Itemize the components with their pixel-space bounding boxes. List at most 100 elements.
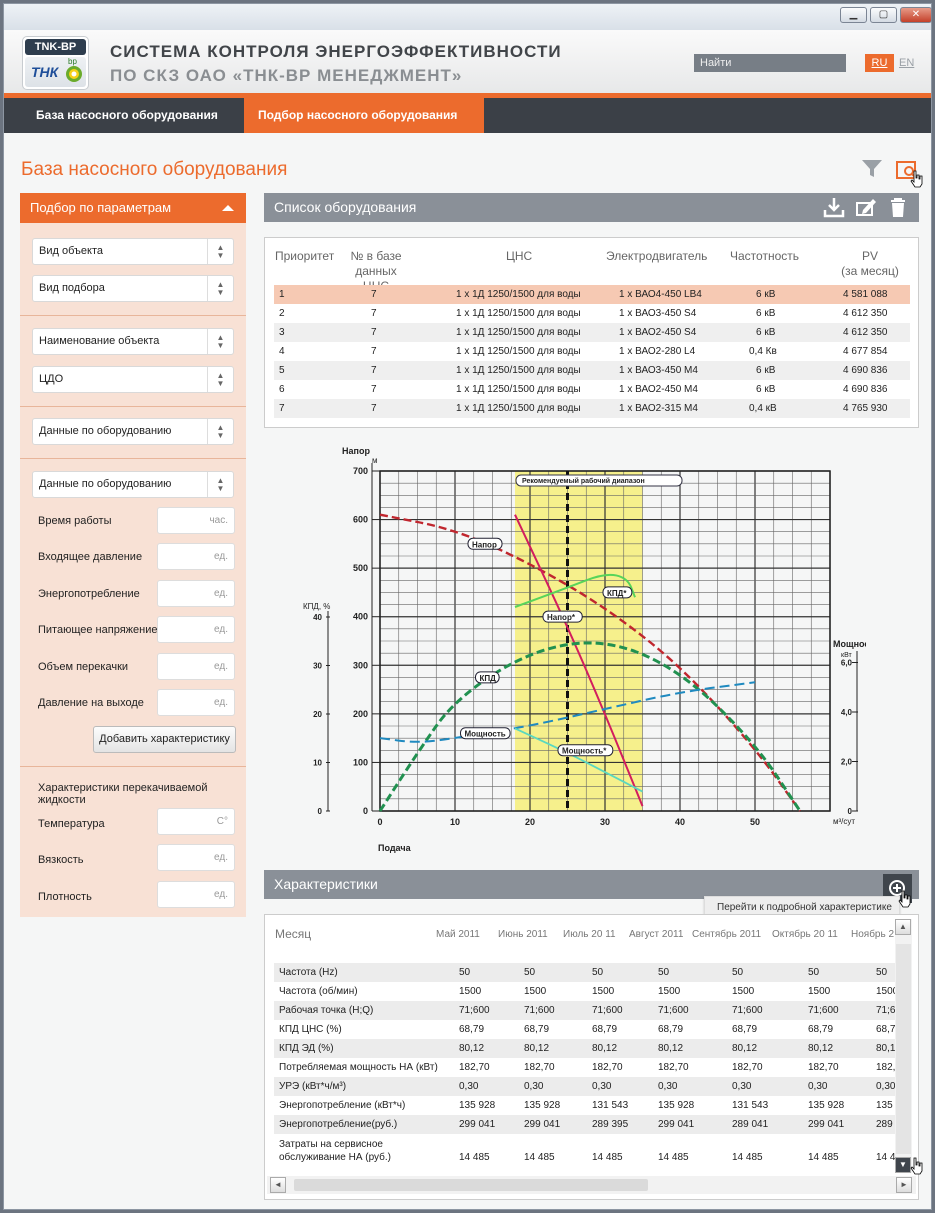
collapse-caret-icon[interactable] [222, 205, 234, 211]
divider [20, 406, 246, 407]
supply-voltage-input[interactable]: ед. [157, 616, 235, 643]
pumping-volume-input[interactable]: ед. [157, 653, 235, 680]
table-row[interactable]: 3 7 1 х 1Д 1250/1500 для воды 1 х ВАО2-4… [274, 323, 910, 342]
y3-tick-label: 0 [848, 807, 853, 816]
cell: 4 581 088 [843, 289, 888, 300]
select-value: Наименование объекта [39, 335, 160, 347]
temperature-input[interactable]: С° [157, 808, 235, 835]
energy-consumption-input[interactable]: ед. [157, 580, 235, 607]
object-type-select[interactable]: Вид объекта ▲ ▼ [32, 238, 234, 265]
curve-label: Мощность* [562, 747, 607, 756]
cell: 131 543 [592, 1100, 629, 1111]
edit-icon[interactable] [854, 196, 878, 218]
cell: 1500 [592, 986, 615, 997]
equipment-data-select-2[interactable]: Данные по оборудованию ▲ ▼ [32, 471, 234, 498]
search-input[interactable]: Найти [694, 54, 846, 72]
delete-icon[interactable] [886, 196, 910, 218]
cell: 4 677 854 [843, 346, 888, 357]
cell: 4 612 350 [843, 327, 888, 338]
scroll-left-button[interactable]: ◄ [270, 1177, 286, 1193]
month-header: Июнь 2011 [498, 929, 548, 940]
y3-tick-label: 2,0 [841, 758, 853, 767]
parameters-panel-header[interactable]: Подбор по параметрам [20, 193, 246, 223]
lang-en-link[interactable]: EN [899, 54, 914, 72]
cell: 80,12 [524, 1043, 550, 1054]
characteristics-table: Месяц Май 2011 Июнь 2011 Июль 20 11 Авгу… [264, 914, 919, 1200]
select-value: Вид объекта [39, 245, 103, 257]
table-row[interactable]: 5 7 1 х 1Д 1250/1500 для воды 1 х ВАО3-4… [274, 361, 910, 380]
cell: 1 х ВАО2-280 L4 [619, 346, 696, 357]
row-label-line: обслуживание НА (руб.) [279, 1152, 392, 1163]
row-label: Энергопотребление(руб.) [279, 1119, 398, 1130]
filter-icon[interactable] [861, 158, 883, 180]
operating-time-input[interactable]: час. [157, 507, 235, 534]
cell: 135 928 [808, 1100, 845, 1111]
scroll-thumb[interactable] [294, 1179, 648, 1191]
param-label: Входящее давление [38, 551, 143, 563]
hand-cursor-icon [910, 1157, 923, 1175]
row-label: Частота (об/мин) [279, 986, 358, 997]
company-logo[interactable]: TNK-BP ТНК bp [22, 36, 89, 90]
scroll-track[interactable] [896, 944, 911, 1154]
col-header: Приоритет [275, 249, 335, 263]
cell: 0,30 [732, 1081, 752, 1092]
outlet-pressure-input[interactable]: ед. [157, 689, 235, 716]
cell: 14 485 [808, 1152, 839, 1163]
cdo-select[interactable]: ЦДО ▲ ▼ [32, 366, 234, 393]
month-column-label: Месяц [275, 927, 312, 941]
inlet-pressure-input[interactable]: ед. [157, 543, 235, 570]
equipment-data-select[interactable]: Данные по оборудованию ▲ ▼ [32, 418, 234, 445]
cell: 7 [371, 365, 377, 376]
cell: 50 [732, 967, 744, 978]
cell: 71;600 [592, 1005, 623, 1016]
tab-pump-database[interactable]: База насосного оборудования [22, 98, 232, 133]
cell: 1 х ВАО2-450 M4 [619, 384, 698, 395]
select-value: Данные по оборудованию [39, 425, 172, 437]
window-titlebar: ▁ ▢ ✕ [4, 4, 932, 30]
cell: 7 [371, 346, 377, 357]
vertical-scrollbar[interactable]: ▲ ▼ [895, 919, 912, 1173]
param-label: Объем перекачки [38, 661, 129, 673]
cell: 68,7 [876, 1024, 896, 1035]
scroll-down-button[interactable]: ▼ [895, 1157, 911, 1173]
download-icon[interactable] [822, 196, 846, 218]
cell: 71;600 [524, 1005, 555, 1016]
cell: 6 [279, 384, 285, 395]
cell: 68,79 [658, 1024, 684, 1035]
density-input[interactable]: ед. [157, 881, 235, 908]
cell: 1 х 1Д 1250/1500 для воды [456, 289, 581, 300]
y-tick-label: 500 [353, 563, 368, 573]
table-row[interactable]: 4 7 1 х 1Д 1250/1500 для воды 1 х ВАО2-2… [274, 342, 910, 361]
horizontal-scrollbar[interactable]: ◄ ► [267, 1176, 916, 1194]
minimize-button[interactable]: ▁ [840, 7, 867, 23]
cell: 182,70 [658, 1062, 689, 1073]
table-row[interactable]: 7 7 1 х 1Д 1250/1500 для воды 1 х ВАО2-3… [274, 399, 910, 418]
selection-type-select[interactable]: Вид подбора ▲ ▼ [32, 275, 234, 302]
add-characteristic-button[interactable]: Добавить характеристику [93, 726, 236, 753]
cell: 182,70 [732, 1062, 763, 1073]
updown-arrows-icon: ▲ ▼ [207, 367, 233, 392]
cell: 80,1 [876, 1043, 896, 1054]
x-tick-label: 0 [377, 817, 382, 827]
lang-ru-link[interactable]: RU [865, 54, 894, 72]
row-label: Затраты на сервисное обслуживание НА (руб… [279, 1138, 391, 1164]
cell: 182,70 [808, 1062, 839, 1073]
viscosity-input[interactable]: ед. [157, 844, 235, 871]
table-row[interactable]: 2 7 1 х 1Д 1250/1500 для воды 1 х ВАО3-4… [274, 304, 910, 323]
cell: 14 485 [658, 1152, 689, 1163]
cell: 1 х 1Д 1250/1500 для воды [456, 346, 581, 357]
scroll-up-button[interactable]: ▲ [895, 919, 911, 935]
table-row[interactable]: 6 7 1 х 1Д 1250/1500 для воды 1 х ВАО2-4… [274, 380, 910, 399]
table-row: Частота (Hz) 50 50 50 50 50 50 50 [274, 963, 895, 982]
cell: 7 [371, 384, 377, 395]
close-button[interactable]: ✕ [900, 7, 932, 23]
tab-pump-selection[interactable]: Подбор насосного оборудования [244, 98, 484, 133]
scroll-right-button[interactable]: ► [896, 1177, 912, 1193]
x-tick-label: 10 [450, 817, 460, 827]
table-row[interactable]: 1 7 1 х 1Д 1250/1500 для воды 1 х ВАО4-4… [274, 285, 910, 304]
maximize-button[interactable]: ▢ [870, 7, 897, 23]
y-tick-label: 100 [353, 757, 368, 767]
object-name-select[interactable]: Наименование объекта ▲ ▼ [32, 328, 234, 355]
cell: 0,4 кВ [749, 403, 777, 414]
curve-label: КПД [480, 674, 497, 683]
